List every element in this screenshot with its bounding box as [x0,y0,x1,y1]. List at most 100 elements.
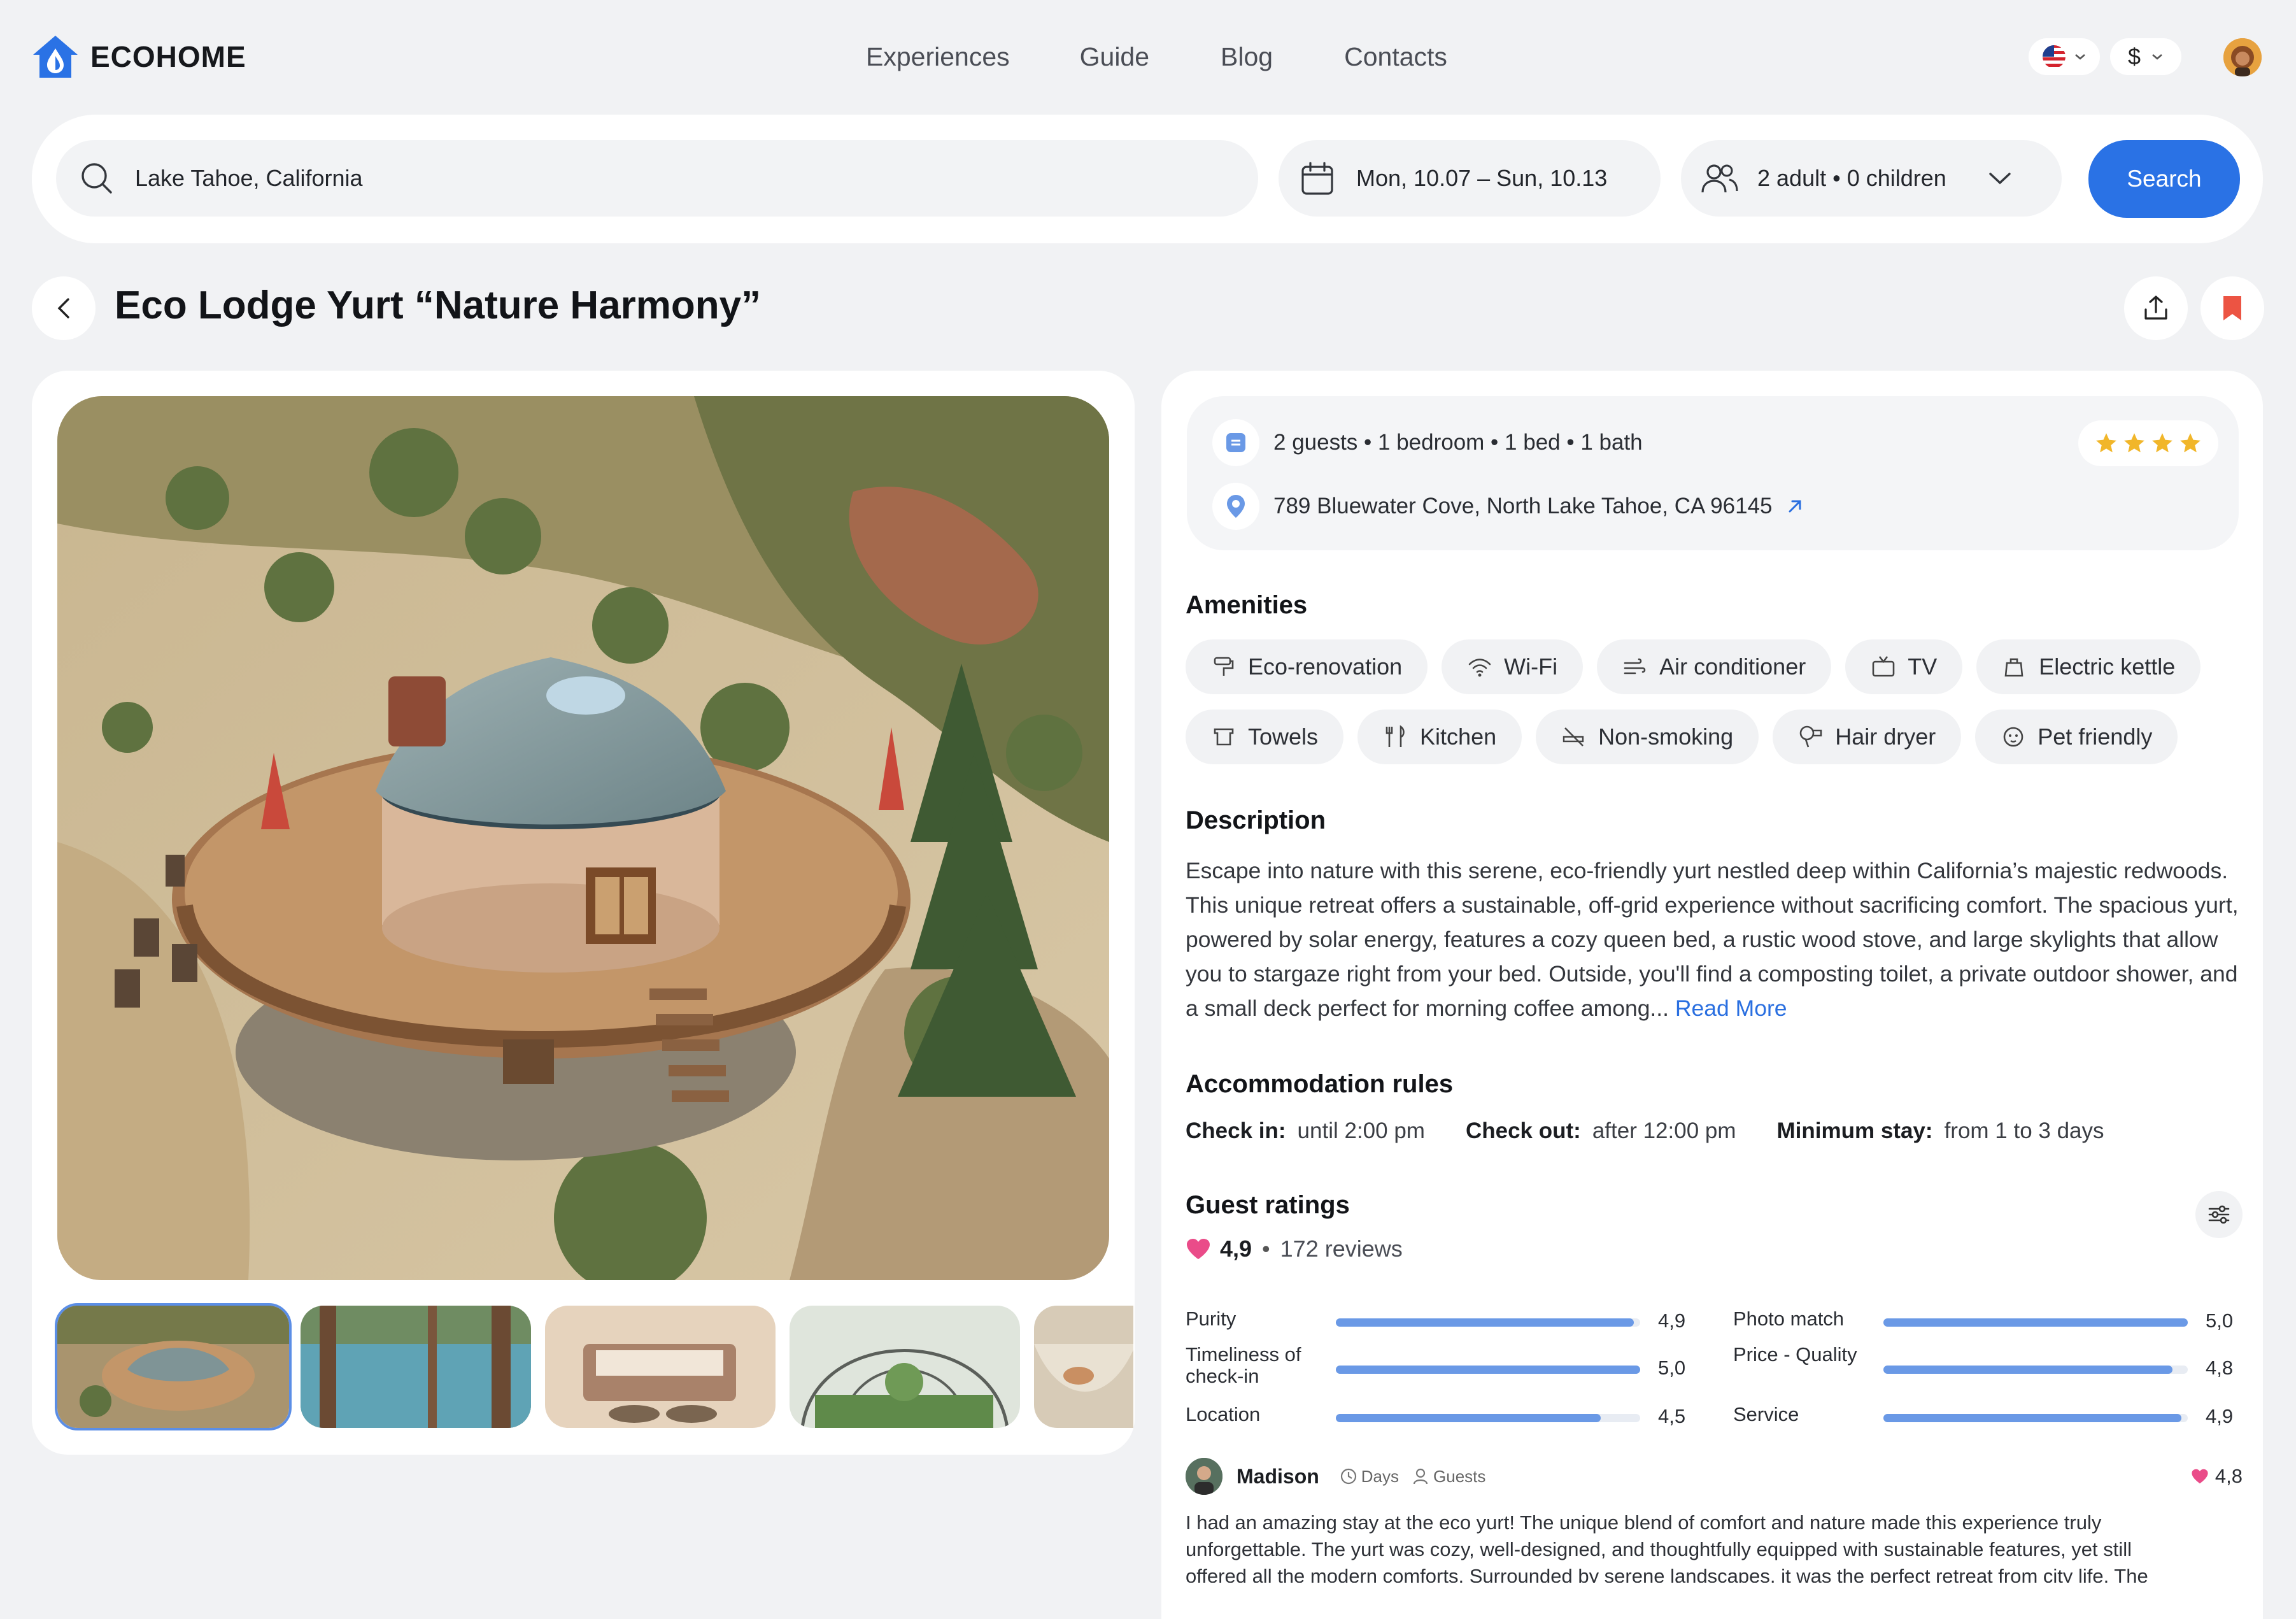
date-field[interactable]: Mon, 10.07 – Sun, 10.13 [1279,140,1661,217]
heart-icon [2192,1469,2208,1484]
amenity-pet-friendly[interactable]: Pet friendly [1975,710,2178,764]
thumbnail-greenhouse-image [790,1306,1020,1428]
thumbnail-4[interactable] [790,1306,1020,1428]
filter-button[interactable] [2195,1191,2243,1238]
rating-label: Location [1186,1403,1261,1425]
min-stay-label: Minimum stay: [1776,1118,1933,1143]
rating-value: 5,0 [1658,1357,1686,1379]
brand-name: ECOHOME [90,40,246,73]
thumbnail-1[interactable] [55,1303,292,1430]
thumbnail-bedroom-image [545,1306,776,1428]
chevron-down-icon [2075,54,2085,60]
address-row[interactable]: 789 Bluewater Cove, North Lake Tahoe, CA… [1212,483,1805,530]
user-icon [1413,1468,1428,1485]
external-link-arrow-icon [1789,500,1801,513]
no-smoking-icon [1563,727,1584,746]
reviews-count: 172 reviews [1280,1236,1403,1262]
amenity-tv[interactable]: TV [1845,639,1963,694]
rules-row: Check in: until 2:00 pm Check out: after… [1186,1118,2104,1144]
language-selector[interactable] [2029,38,2100,75]
search-button[interactable]: Search [2088,140,2240,218]
wind-icon [1624,658,1646,674]
overall-score: 4,9 [1220,1236,1252,1262]
rating-label: Timeliness of check-in [1186,1343,1301,1387]
amenity-eco-renovation[interactable]: Eco-renovation [1186,639,1428,694]
rating-value: 4,8 [2206,1357,2234,1379]
description-text: Escape into nature with this serene, eco… [1186,853,2243,1025]
star-icon [2124,433,2144,453]
info-square-icon [1226,433,1245,452]
towel-icon [1214,728,1234,746]
check-out-value: after 12:00 pm [1592,1118,1736,1143]
thumbnail-strip [55,1303,1133,1430]
rating-value: 4,9 [1658,1309,1686,1332]
star-icon [2152,433,2172,453]
amenity-non-smoking[interactable]: Non-smoking [1536,710,1759,764]
back-button[interactable] [32,276,96,340]
rating-value: 4,9 [2206,1405,2234,1427]
rating-bar-fill [1336,1414,1601,1422]
currency-selector[interactable]: $ [2110,38,2181,75]
ratings-title: Guest ratings [1186,1191,1350,1219]
bed-icon-badge [1212,419,1259,466]
listing-summary: 2 guests • 1 bedroom • 1 bed • 1 bath [1273,430,1643,455]
rating-bar-fill [1883,1366,2173,1374]
reviewer-name: Madison [1237,1464,1319,1488]
amenities-title: Amenities [1186,591,1308,619]
amenities-row-2: Towels Kitchen Non-smoking Hair dryer Pe… [1186,710,2178,764]
amenity-hair-dryer[interactable]: Hair dryer [1773,710,1962,764]
amenities-row-1: Eco-renovation Wi-Fi Air conditioner TV … [1186,639,2201,694]
date-value: Mon, 10.07 – Sun, 10.13 [1356,165,1608,191]
share-icon [2144,296,2167,320]
share-button[interactable] [2124,276,2188,340]
us-flag-icon [2043,45,2066,68]
amenity-kitchen[interactable]: Kitchen [1357,710,1522,764]
rating-bar-fill [1336,1318,1634,1327]
amenity-label: Wi-Fi [1504,653,1558,680]
star-rating [2078,420,2218,466]
amenity-electric-kettle[interactable]: Electric kettle [1976,639,2201,694]
review-header: Madison Days Guests 4,8 [1186,1457,2243,1495]
calendar-icon [1301,162,1333,195]
thumbnail-2[interactable] [301,1306,531,1428]
logo[interactable]: ECOHOME [31,33,246,80]
bookmark-icon [2223,296,2241,320]
rating-value: 4,5 [1658,1405,1686,1427]
amenity-towels[interactable]: Towels [1186,710,1344,764]
amenity-label: Air conditioner [1659,653,1806,680]
check-out-label: Check out: [1465,1118,1581,1143]
amenity-air-conditioner[interactable]: Air conditioner [1597,639,1832,694]
rating-bar-fill [1883,1318,2188,1327]
nav-contacts[interactable]: Contacts [1344,42,1447,72]
review-text: I had an amazing stay at the eco yurt! T… [1186,1511,2148,1583]
read-more-link[interactable]: Read More [1675,995,1787,1021]
bookmark-button[interactable] [2200,276,2264,340]
nav-guide[interactable]: Guide [1080,42,1149,72]
review-guests: Guests [1433,1466,1486,1486]
hair-dryer-icon [1799,725,1822,748]
thumbnail-3[interactable] [545,1306,776,1428]
main-nav: Experiences Guide Blog Contacts [866,42,1447,72]
kettle-icon [2004,658,2023,677]
amenity-label: Eco-renovation [1248,653,1403,680]
location-field[interactable]: Lake Tahoe, California [56,140,1258,217]
nav-blog[interactable]: Blog [1221,42,1273,72]
review-score: 4,8 [2215,1465,2243,1487]
rating-bar-track [1883,1414,2188,1422]
currency-label: $ [2127,43,2141,69]
rating-label: Price - Quality [1733,1343,1857,1366]
paint-roller-icon [1214,657,1234,676]
amenity-wifi[interactable]: Wi-Fi [1442,639,1584,694]
avatar[interactable] [2223,38,2262,76]
heart-icon [1187,1239,1210,1259]
nav-experiences[interactable]: Experiences [866,42,1010,72]
amenity-label: Towels [1248,724,1319,750]
thumbnail-5[interactable] [1034,1306,1133,1428]
guests-field[interactable]: 2 adult • 0 children [1681,140,2062,217]
ratings-summary: 4,9 • 172 reviews [1186,1236,1403,1262]
amenity-label: Kitchen [1420,724,1497,750]
rating-label: Service [1733,1403,1799,1425]
main-photo[interactable] [57,396,1109,1280]
rating-bar-fill [1336,1366,1640,1374]
logo-icon [33,36,78,78]
